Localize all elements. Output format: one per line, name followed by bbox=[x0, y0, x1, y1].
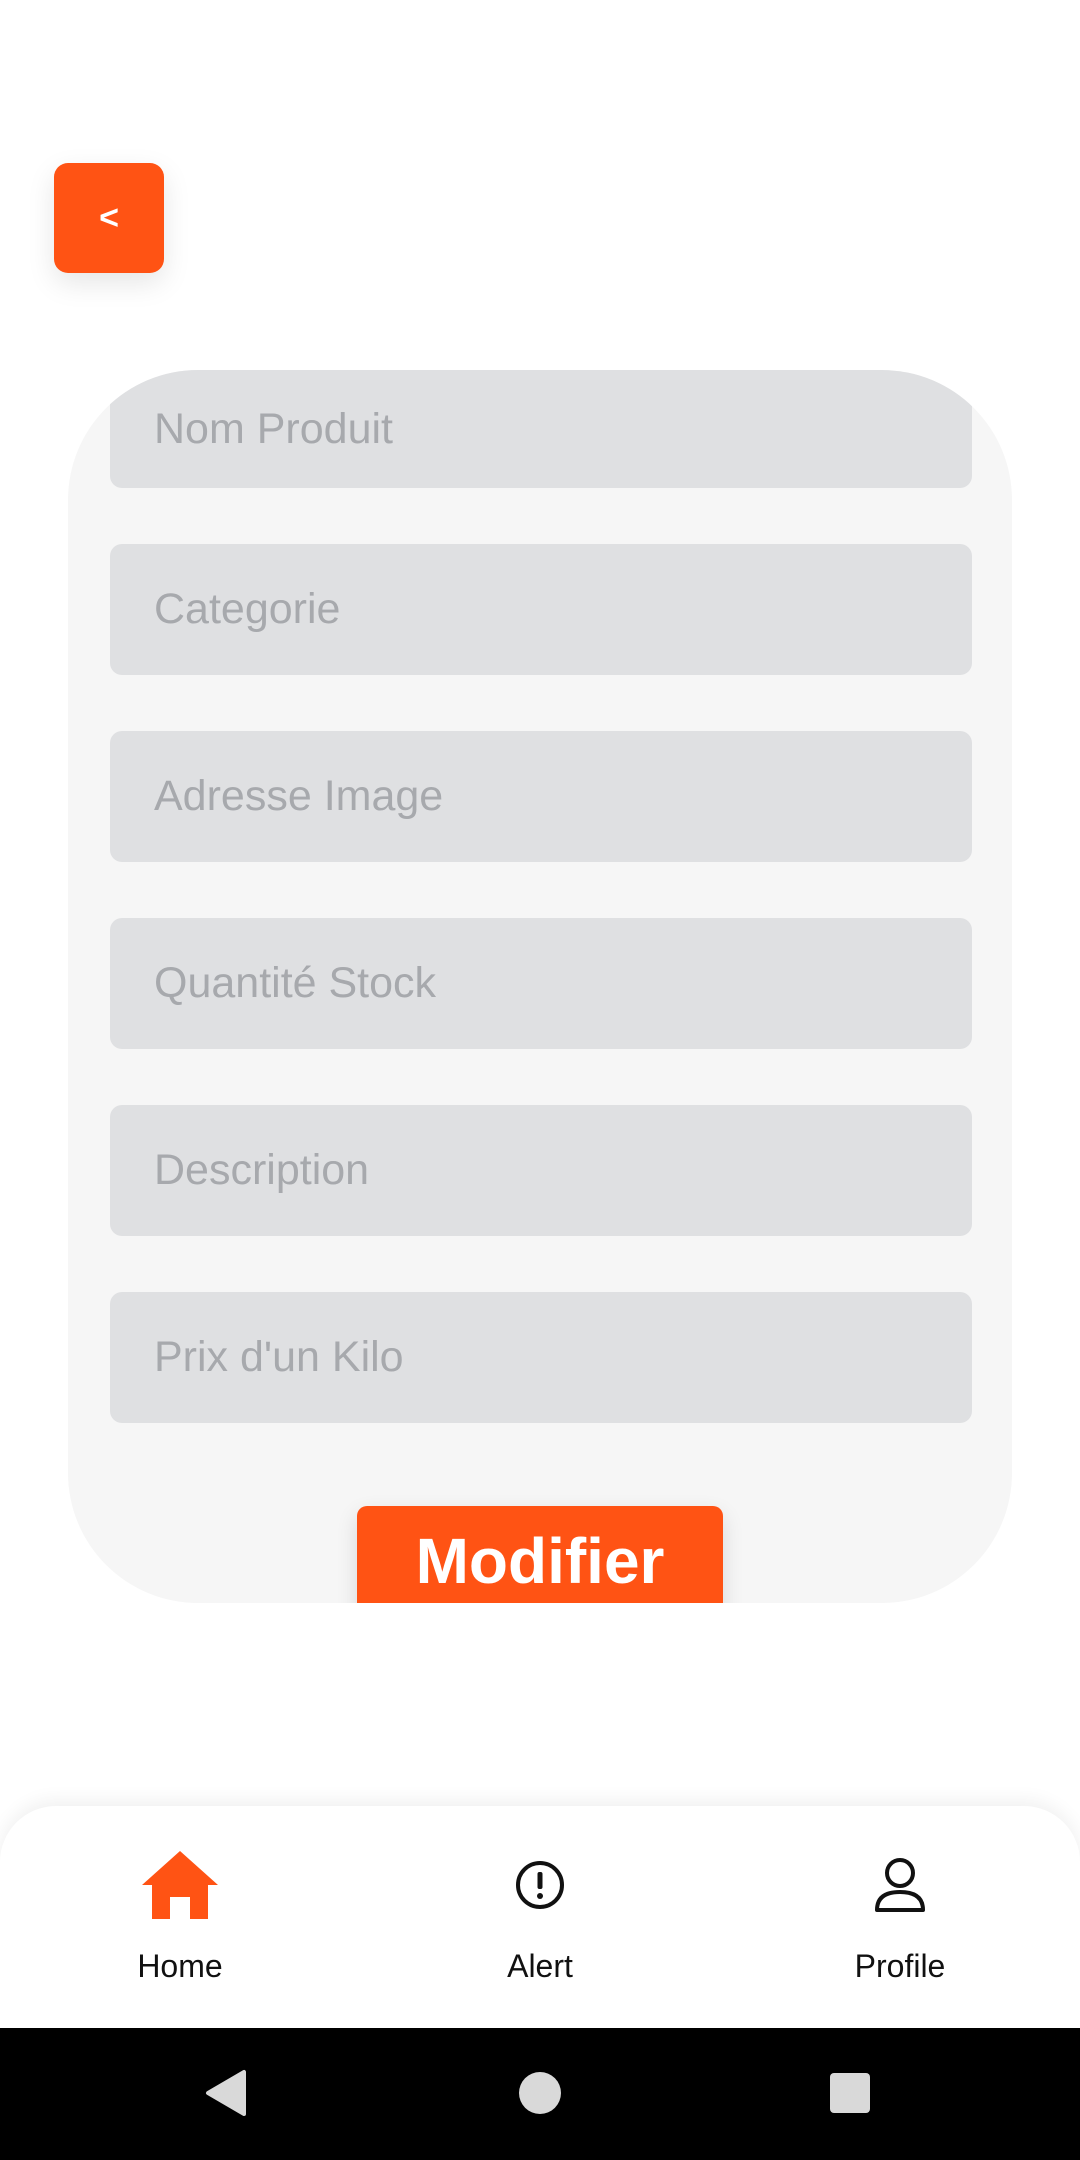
nav-label-alert: Alert bbox=[507, 1948, 573, 1984]
nav-item-home[interactable]: Home bbox=[0, 1806, 360, 2028]
screen: < Nom Produit Categorie Adresse Image Qu… bbox=[0, 0, 1080, 2160]
back-button[interactable]: < bbox=[54, 163, 164, 273]
back-icon[interactable] bbox=[190, 2058, 260, 2128]
category-field[interactable]: Categorie bbox=[110, 544, 972, 675]
bottom-navigation: Home Alert Profile bbox=[0, 1806, 1080, 2028]
nav-item-alert[interactable]: Alert bbox=[360, 1806, 720, 2028]
system-navigation-bar bbox=[0, 2028, 1080, 2160]
stock-quantity-field[interactable]: Quantité Stock bbox=[110, 918, 972, 1049]
description-field[interactable]: Description bbox=[110, 1105, 972, 1236]
product-name-field[interactable]: Nom Produit bbox=[110, 370, 972, 488]
nav-item-profile[interactable]: Profile bbox=[720, 1806, 1080, 2028]
nav-label-home: Home bbox=[137, 1948, 223, 1984]
product-edit-form: Nom Produit Categorie Adresse Image Quan… bbox=[68, 370, 1012, 1603]
alert-icon bbox=[495, 1840, 585, 1930]
image-address-field[interactable]: Adresse Image bbox=[110, 731, 972, 862]
nav-label-profile: Profile bbox=[854, 1948, 946, 1984]
modify-button[interactable]: Modifier bbox=[357, 1506, 723, 1603]
home-icon bbox=[135, 1840, 225, 1930]
price-per-kilo-field[interactable]: Prix d'un Kilo bbox=[110, 1292, 972, 1423]
home-circle-icon[interactable] bbox=[505, 2058, 575, 2128]
recents-icon[interactable] bbox=[815, 2058, 885, 2128]
profile-icon bbox=[855, 1840, 945, 1930]
